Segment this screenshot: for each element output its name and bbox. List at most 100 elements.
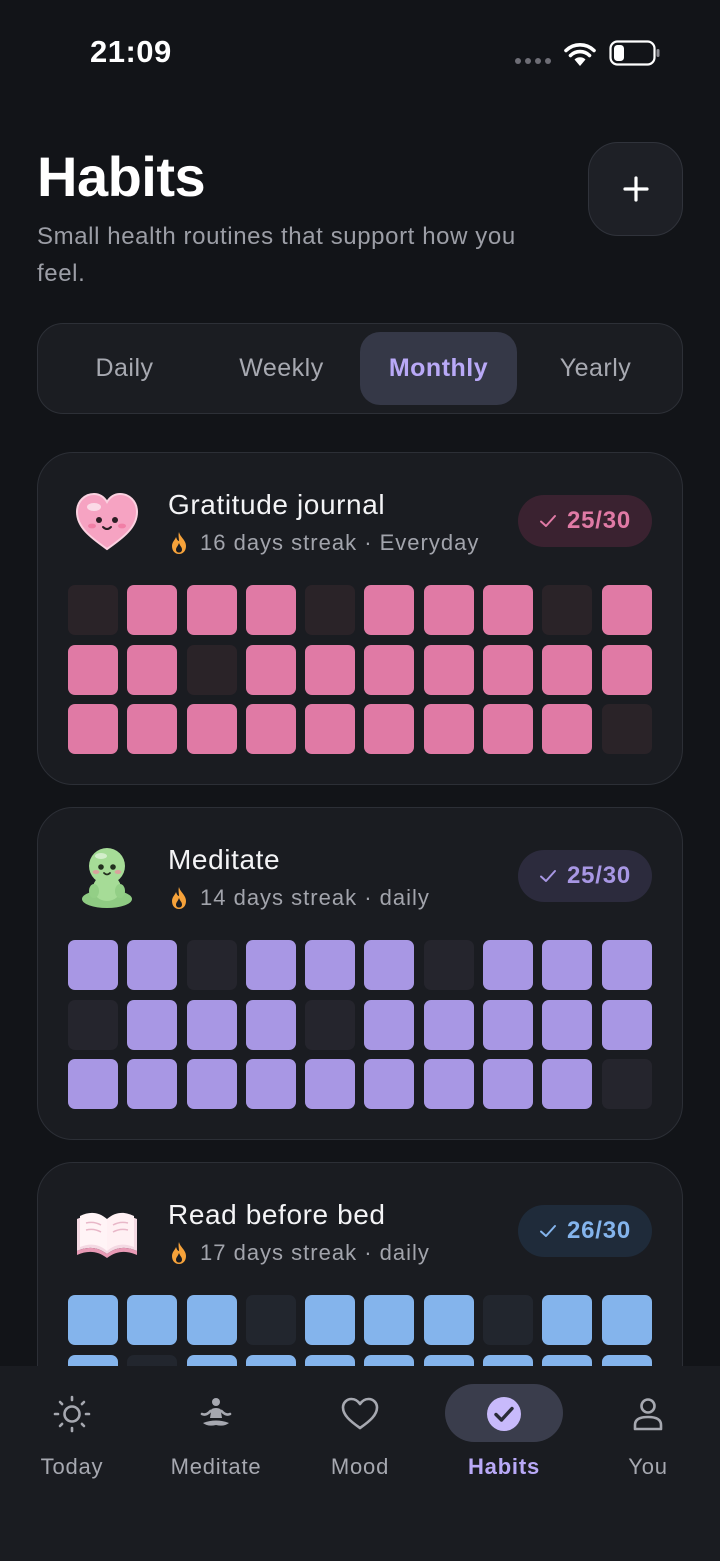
cellular-signal-icon	[515, 58, 551, 64]
day-grid	[68, 585, 653, 754]
day-cell-done	[364, 940, 415, 990]
day-cell-done	[542, 644, 593, 695]
habit-streak-row: 14 days streak · daily	[168, 885, 430, 911]
day-cell-done	[542, 940, 593, 990]
tab-mood[interactable]: Mood	[288, 1366, 432, 1506]
day-cell-done	[483, 999, 534, 1050]
flame-icon	[172, 532, 186, 554]
day-cell-done	[483, 1354, 534, 1366]
tab-label: Today	[40, 1454, 104, 1479]
day-cell-done	[127, 999, 178, 1050]
day-cell-done	[601, 644, 652, 695]
flame-icon	[172, 1242, 186, 1264]
completion-count-badge: 26/30	[518, 1205, 652, 1257]
day-cell-done	[305, 1354, 356, 1366]
day-cell-missed	[601, 704, 652, 754]
day-cell-done	[305, 940, 356, 990]
day-cell-done	[186, 999, 237, 1050]
person-icon	[633, 1398, 663, 1431]
day-cell-done	[186, 585, 237, 635]
day-cell-done	[364, 1059, 415, 1109]
bottom-tab-bar: Today Meditate Mood Habits You	[0, 1366, 720, 1561]
tab-meditate[interactable]: Meditate	[144, 1366, 288, 1506]
day-cell-done	[127, 585, 178, 635]
open-book-icon	[77, 1212, 137, 1258]
check-circle-icon	[487, 1397, 521, 1431]
day-cell-done	[305, 704, 356, 754]
day-cell-done	[423, 1354, 474, 1366]
sun-icon	[53, 1395, 91, 1433]
day-cell-done	[483, 940, 534, 990]
day-cell-done	[245, 585, 296, 635]
page-subtitle: Small health routines that support how y…	[37, 223, 516, 287]
completion-count: 25/30	[566, 862, 632, 889]
habit-meta-text: 16 days streak · Everyday	[200, 530, 480, 555]
day-cell-done	[186, 1295, 237, 1345]
day-cell-done	[542, 1295, 593, 1345]
day-cell-done	[364, 1295, 415, 1345]
day-cell-missed	[186, 940, 237, 990]
habits-list[interactable]: Gratitude journal 16 days streak · Every…	[0, 450, 720, 1366]
period-tab-monthly[interactable]: Monthly	[360, 332, 517, 405]
day-cell-done	[68, 1295, 118, 1345]
day-cell-done	[305, 1059, 356, 1109]
day-cell-done	[542, 1354, 593, 1366]
day-cell-done	[364, 585, 415, 635]
day-cell-done	[245, 644, 296, 695]
battery-icon	[609, 40, 660, 66]
day-cell-done	[68, 644, 118, 695]
habit-streak-row: 16 days streak · Everyday	[168, 530, 479, 556]
completion-count-badge: 25/30	[518, 495, 652, 547]
day-cell-done	[364, 999, 415, 1050]
plus-icon	[622, 176, 649, 202]
habit-card-read-before-bed[interactable]: Read before bed 17 days streak · daily 2…	[37, 1162, 683, 1366]
day-cell-done	[423, 585, 474, 635]
completion-count: 25/30	[566, 507, 632, 534]
day-cell-done	[186, 704, 237, 754]
heart-icon	[341, 1397, 379, 1430]
day-cell-done	[601, 1295, 652, 1345]
check-icon	[539, 1225, 556, 1237]
day-cell-done	[364, 704, 415, 754]
day-cell-missed	[186, 644, 237, 695]
habit-meta-text: 17 days streak · daily	[200, 1240, 430, 1265]
day-cell-done	[364, 644, 415, 695]
tab-today[interactable]: Today	[0, 1366, 144, 1506]
day-cell-done	[423, 644, 474, 695]
tab-habits[interactable]: Habits	[432, 1366, 576, 1506]
day-cell-missed	[423, 940, 474, 990]
period-tab-daily[interactable]: Daily	[46, 332, 203, 405]
day-cell-missed	[601, 1059, 652, 1109]
day-cell-done	[127, 704, 178, 754]
heart-emoji-icon	[75, 492, 139, 551]
habit-streak-row: 17 days streak · daily	[168, 1240, 430, 1266]
tab-you[interactable]: You	[576, 1366, 720, 1506]
day-cell-done	[601, 1354, 652, 1366]
add-habit-button[interactable]	[588, 142, 683, 236]
check-icon	[539, 515, 556, 527]
status-bar: 21:09	[0, 0, 720, 100]
habit-card-gratitude-journal[interactable]: Gratitude journal 16 days streak · Every…	[37, 452, 683, 785]
habit-card-meditate[interactable]: Meditate 14 days streak · daily 25/30	[37, 807, 683, 1140]
day-grid	[68, 1295, 653, 1366]
period-tab-weekly[interactable]: Weekly	[203, 332, 360, 405]
day-cell-missed	[68, 999, 118, 1050]
day-cell-done	[364, 1354, 415, 1366]
day-cell-done	[483, 585, 534, 635]
check-icon	[539, 870, 556, 882]
day-cell-done	[127, 1059, 178, 1109]
day-cell-done	[601, 585, 652, 635]
habit-name: Meditate	[168, 844, 281, 875]
day-cell-done	[68, 940, 118, 990]
period-tab-yearly[interactable]: Yearly	[517, 332, 674, 405]
day-grid	[68, 940, 653, 1109]
habit-name: Gratitude journal	[168, 489, 386, 520]
day-cell-done	[542, 999, 593, 1050]
day-cell-done	[483, 644, 534, 695]
tab-label: Mood	[330, 1454, 390, 1479]
day-cell-done	[245, 704, 296, 754]
day-cell-done	[68, 1354, 118, 1366]
day-cell-done	[127, 644, 178, 695]
day-cell-done	[423, 1059, 474, 1109]
day-cell-done	[127, 940, 178, 990]
